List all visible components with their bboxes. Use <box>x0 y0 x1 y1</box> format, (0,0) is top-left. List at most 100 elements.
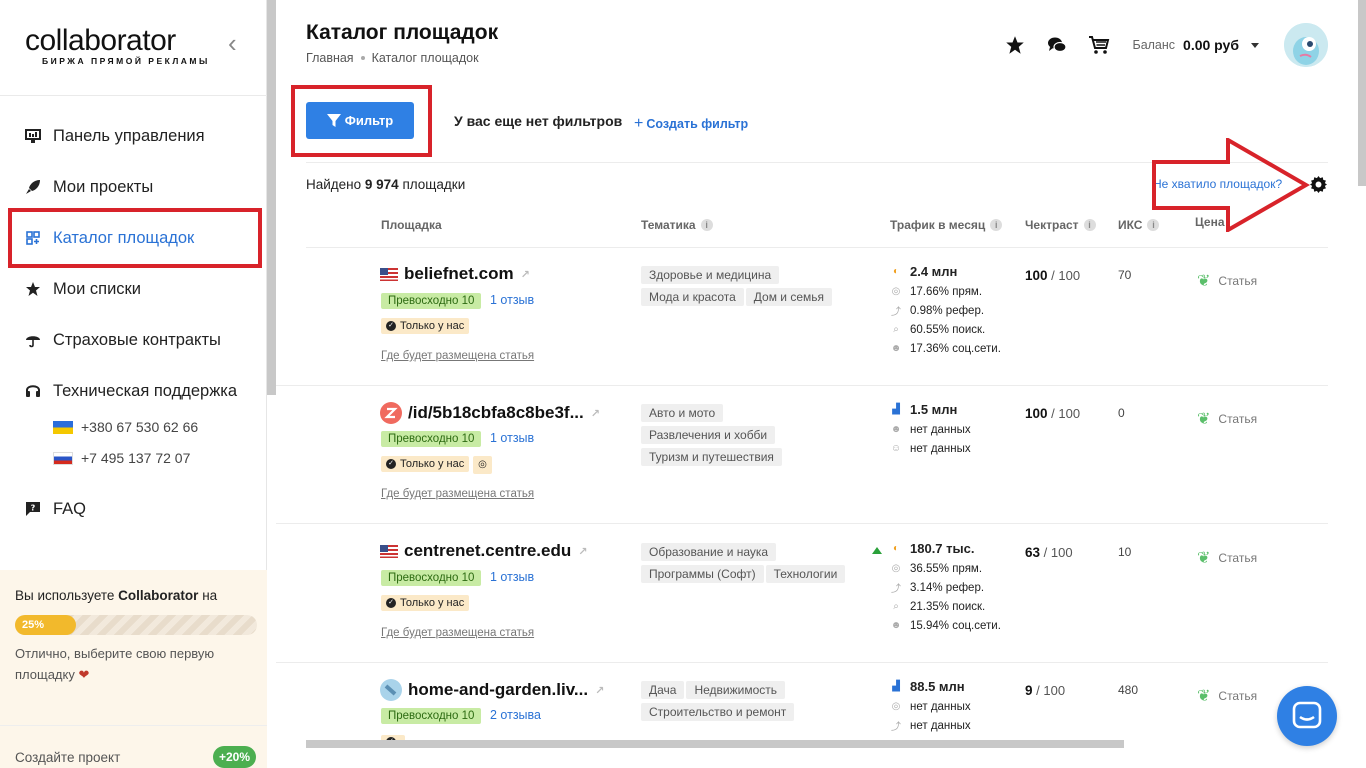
messages-icon[interactable] <box>1046 34 1068 56</box>
col-header-iks[interactable]: ИКС i <box>1118 218 1160 232</box>
sidebar-item-label: Мои проекты <box>53 177 154 196</box>
sidebar-item-dashboard[interactable]: Панель управления <box>24 122 205 150</box>
sidebar-item-lists[interactable]: Мои списки <box>24 275 141 303</box>
search-icon: ⌕ <box>893 601 899 612</box>
iks-value: 70 <box>1118 268 1132 282</box>
sidebar-item-insurance[interactable]: Страховые контракты <box>24 326 221 354</box>
topic-tag: Авто и мото <box>641 404 724 422</box>
table-row[interactable]: beliefnet.com ↗ Превосходно 10 1 отзыв ✓ Т… <box>276 248 1328 386</box>
promo-text: Вы используете Collaborator на <box>15 588 218 603</box>
divider <box>0 95 267 96</box>
avatar[interactable] <box>1284 23 1328 67</box>
reviews-link[interactable]: 1 отзыв <box>490 570 534 584</box>
price[interactable]: ❦ Статья <box>1197 686 1257 706</box>
gear-icon[interactable] <box>1310 176 1327 198</box>
external-link-icon[interactable]: ↗ <box>578 545 587 558</box>
price[interactable]: ❦ Статья <box>1197 271 1257 291</box>
results-count: Найдено 9 974 площадки <box>306 177 466 192</box>
topic-tag: Мода и красота <box>641 288 744 306</box>
external-link-icon[interactable]: ↗ <box>521 268 530 281</box>
page-scrollbar[interactable] <box>1358 0 1366 186</box>
traffic-source-icon: ◐ <box>892 543 900 554</box>
site-name[interactable]: home-and-garden.liv... ↗ <box>380 679 604 701</box>
col-header-topic[interactable]: Тематика i <box>641 218 713 232</box>
create-project-label: Создайте проект <box>15 750 121 765</box>
page-title: Каталог площадок <box>306 21 499 44</box>
col-header-site[interactable]: Площадка <box>381 218 442 232</box>
rating-badge: Превосходно 10 <box>381 431 482 447</box>
favorites-star-icon[interactable] <box>1004 34 1026 56</box>
leaf-icon: ❦ <box>1197 273 1211 290</box>
site-name[interactable]: beliefnet.com ↗ <box>380 264 530 284</box>
iks-value: 10 <box>1118 545 1132 559</box>
external-link-icon[interactable]: ↗ <box>595 684 604 697</box>
reviews-link[interactable]: 1 отзыв <box>490 293 534 307</box>
collapse-sidebar-icon[interactable]: ‹ <box>228 28 237 59</box>
reviews-link[interactable]: 2 отзыва <box>490 708 541 722</box>
user-icon: ☺ <box>890 443 902 454</box>
info-icon[interactable]: i <box>700 219 713 231</box>
sidebar-item-projects[interactable]: Мои проекты <box>24 173 153 201</box>
balance-value[interactable]: 0.00 руб <box>1183 37 1239 53</box>
chevron-down-icon[interactable] <box>1251 42 1259 48</box>
checktrust-value: 63 / 100 <box>1025 545 1073 560</box>
price[interactable]: ❦ Статья <box>1197 548 1257 568</box>
breadcrumb-current: Каталог площадок <box>371 51 479 65</box>
col-header-price[interactable]: Цена <box>1195 215 1225 229</box>
table-row[interactable]: /id/5b18cbfa8c8be3f... ↗ Превосходно 10 1… <box>276 386 1328 524</box>
topics: Дача Недвижимость Строительство и ремонт <box>641 681 861 725</box>
create-filter-label: Создать фильтр <box>646 117 749 131</box>
site-logo-icon <box>380 679 402 701</box>
leaf-icon: ❦ <box>1197 411 1211 428</box>
placement-link[interactable]: Где будет размещена статья <box>381 488 534 500</box>
rating-badge: Превосходно 10 <box>381 293 482 309</box>
horizontal-scrollbar[interactable] <box>306 740 1124 748</box>
placement-link[interactable]: Где будет размещена статья <box>381 627 534 639</box>
search-icon: ⌕ <box>893 324 899 335</box>
filter-button[interactable]: Фильтр <box>306 102 414 139</box>
col-header-checktrust[interactable]: Чектраст i <box>1025 218 1096 232</box>
chat-widget-button[interactable] <box>1277 686 1337 746</box>
phone-ua[interactable]: +380 67 530 62 66 <box>53 419 198 435</box>
col-header-traffic[interactable]: Трафик в месяц i <box>890 218 1003 232</box>
phone-ru[interactable]: +7 495 137 72 07 <box>53 450 190 466</box>
price[interactable]: ❦ Статья <box>1197 409 1257 429</box>
referral-icon: ⤴ <box>891 584 901 595</box>
topic-tag: Дом и семья <box>745 288 832 306</box>
placement-link[interactable]: Где будет размещена статья <box>381 350 534 362</box>
info-icon[interactable]: i <box>1147 219 1160 231</box>
site-logo-icon <box>380 402 402 424</box>
info-icon[interactable]: i <box>1083 219 1096 231</box>
table-row[interactable]: centrenet.centre.edu ↗ Превосходно 10 1 о… <box>276 525 1328 663</box>
headset-icon <box>24 382 42 400</box>
leaf-icon: ❦ <box>1197 688 1211 705</box>
us-flag-icon <box>380 267 398 281</box>
traffic: ▟ 88.5 млн ◎ нет данных ⤴ нет данных <box>891 679 971 733</box>
site-name[interactable]: centrenet.centre.edu ↗ <box>380 541 587 561</box>
external-link-icon[interactable]: ↗ <box>591 407 600 420</box>
plus-icon: + <box>634 115 644 132</box>
exclusive-badge: ✓ Только у нас <box>381 318 470 334</box>
sidebar-item-label: Панель управления <box>53 126 205 145</box>
ukraine-flag-icon <box>53 420 73 434</box>
trend-up-icon <box>872 547 882 554</box>
create-filter-link[interactable]: + Создать фильтр <box>634 115 748 133</box>
logo[interactable]: collaborator БИРЖА ПРЯМОЙ РЕКЛАМЫ <box>25 24 210 66</box>
checktrust-value: 100 / 100 <box>1025 406 1081 421</box>
referral-icon: ⤴ <box>891 307 901 318</box>
progress-fill: 25% <box>15 615 76 635</box>
table-row[interactable]: home-and-garden.liv... ↗ Превосходно 10 2… <box>276 663 1328 740</box>
sidebar-item-support[interactable]: Техническая поддержка <box>24 377 237 405</box>
sidebar-item-faq[interactable]: ? FAQ <box>24 495 86 523</box>
reviews-link[interactable]: 1 отзыв <box>490 431 534 445</box>
cart-icon[interactable] <box>1088 34 1110 56</box>
breadcrumb-home[interactable]: Главная <box>306 51 354 65</box>
create-project-promo[interactable]: Создайте проект +20% <box>0 725 267 768</box>
onboarding-promo: Вы используете Collaborator на 25% Отлич… <box>0 570 267 725</box>
sidebar-scrollbar[interactable] <box>267 0 276 395</box>
sidebar-item-label: Мои списки <box>53 279 141 298</box>
info-icon[interactable]: i <box>990 219 1003 231</box>
sidebar-item-catalog[interactable]: Каталог площадок <box>24 224 194 252</box>
site-name[interactable]: /id/5b18cbfa8c8be3f... ↗ <box>380 402 600 424</box>
topic-tag: Образование и наука <box>641 543 777 561</box>
